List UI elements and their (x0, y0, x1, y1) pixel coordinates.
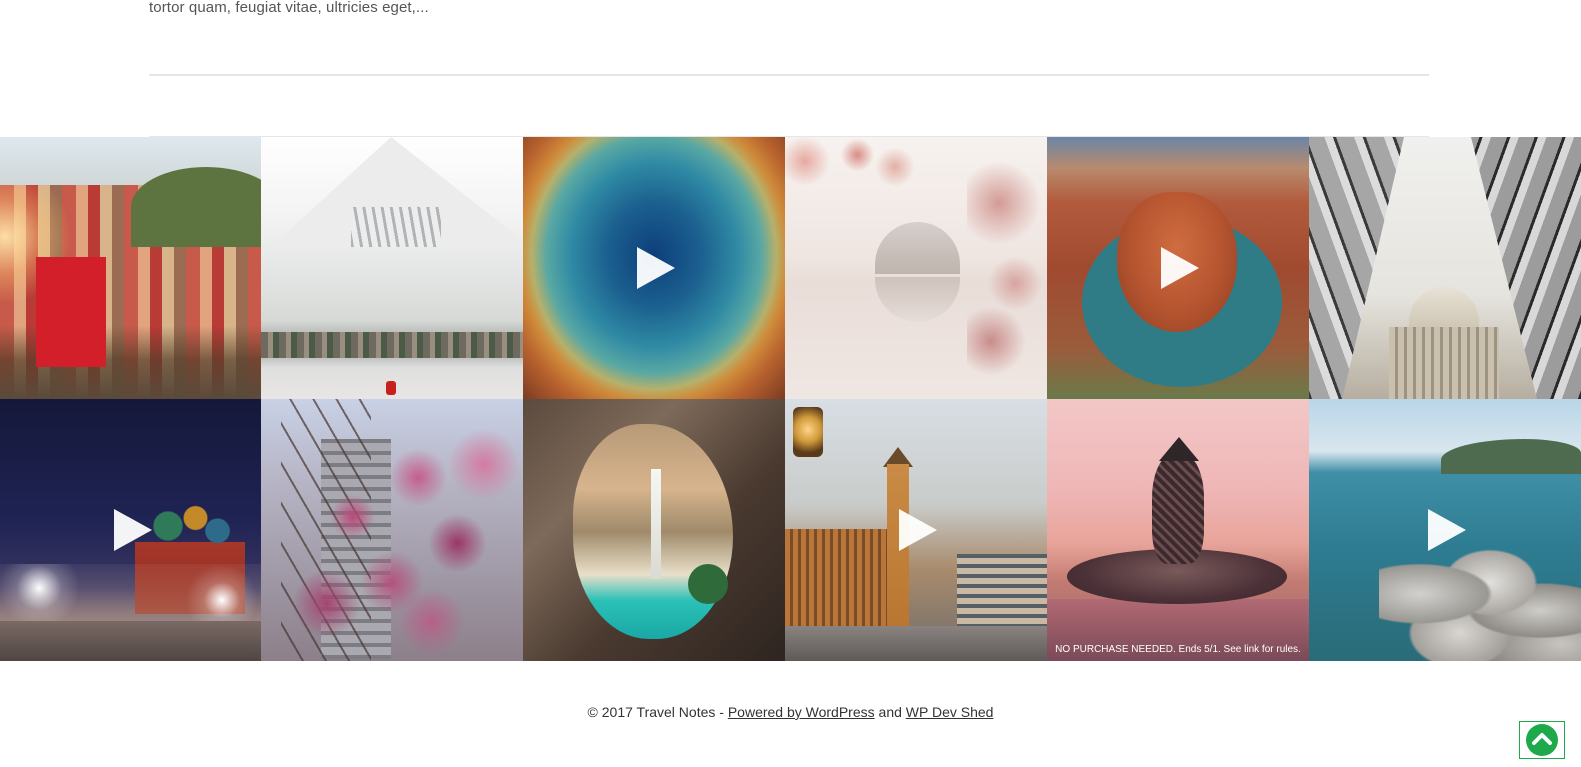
play-icon (1428, 509, 1466, 551)
post-excerpt: tortor quam, feugiat vitae, ultricies eg… (149, 0, 429, 16)
site-footer: © 2017 Travel Notes - Powered by WordPre… (0, 704, 1581, 720)
instagram-gallery: NO PURCHASE NEEDED. Ends 5/1. See link f… (0, 137, 1581, 661)
gallery-photo-magnolia-blossoms[interactable] (261, 399, 523, 661)
powered-by-wordpress-link[interactable]: Powered by WordPress (728, 704, 875, 720)
wp-dev-shed-link[interactable]: WP Dev Shed (906, 704, 994, 720)
gallery-video-horseshoe-bend[interactable] (1047, 137, 1309, 399)
gallery-photo-pineapple-fountain[interactable]: NO PURCHASE NEEDED. Ends 5/1. See link f… (1047, 399, 1309, 661)
footer-and-text: and (874, 704, 906, 720)
play-icon (113, 509, 152, 551)
gallery-video-red-square[interactable] (0, 399, 261, 661)
gallery-photo-waterfall-cove[interactable] (523, 399, 785, 661)
play-icon (899, 509, 937, 551)
gallery-photo-st-pauls[interactable] (1309, 137, 1581, 399)
gallery-photo-jefferson-memorial[interactable] (785, 137, 1047, 399)
copyright-text: © 2017 Travel Notes - (587, 704, 728, 720)
play-icon (1161, 247, 1199, 289)
gallery-photo-mount-fuji[interactable] (261, 137, 523, 399)
gallery-video-hot-spring[interactable] (523, 137, 785, 399)
gallery-video-rocky-coast[interactable] (1309, 399, 1581, 661)
gallery-video-big-ben[interactable] (785, 399, 1047, 661)
gallery-photo-cinque-terre[interactable] (0, 137, 261, 399)
gallery-caption: NO PURCHASE NEEDED. Ends 5/1. See link f… (1055, 644, 1301, 655)
play-icon (637, 247, 675, 289)
chevron-up-circle-icon (1526, 724, 1558, 756)
back-to-top-button[interactable] (1519, 721, 1565, 759)
content-divider (149, 74, 1429, 76)
